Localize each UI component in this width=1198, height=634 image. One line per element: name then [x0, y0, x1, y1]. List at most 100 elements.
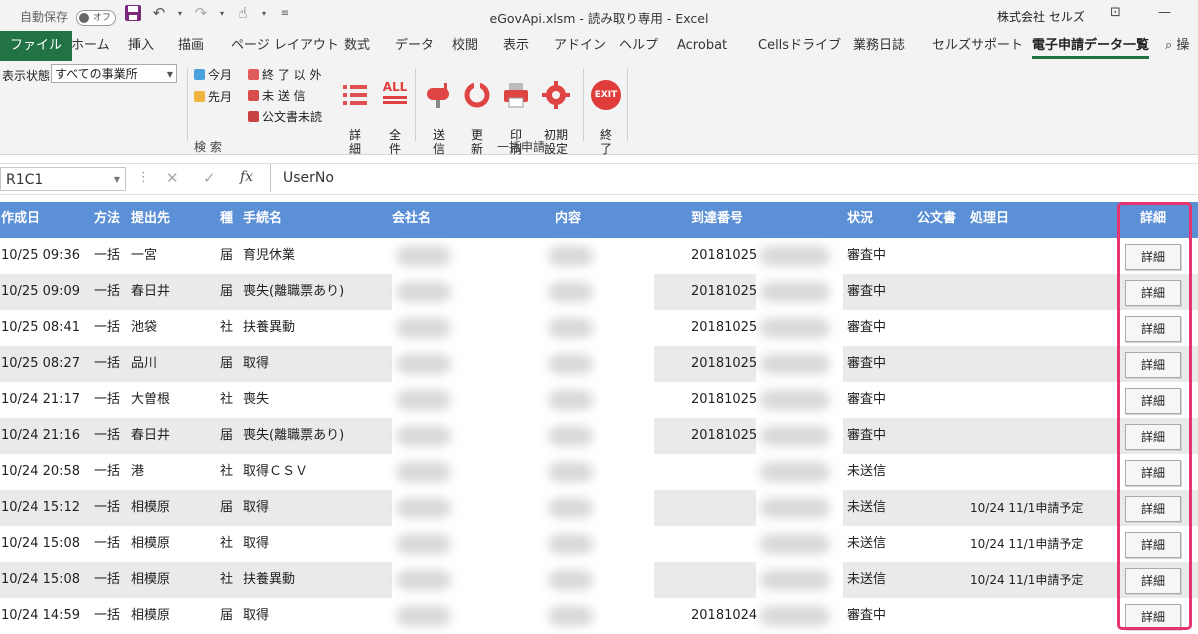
account-name[interactable]: 株式会社 セルズ [997, 8, 1085, 25]
redacted-content [396, 462, 451, 482]
ribbon-display-options-icon[interactable]: ⊡ [1110, 5, 1121, 20]
touch-mode-icon[interactable]: ☝ [234, 4, 252, 22]
touch-dropdown-icon[interactable]: ▾ [260, 9, 268, 18]
customize-qat-icon[interactable]: ≡ [276, 8, 294, 19]
header-arrival[interactable]: 到達番号 [691, 202, 743, 236]
header-content[interactable]: 内容 [555, 202, 581, 236]
tell-me-search[interactable]: ⌕ 操 [1165, 31, 1189, 61]
table-row[interactable]: 10/24 15:08 一括 相模原 社扶養異動 未送信 10/24 11/1申請予定 詳細 [0, 562, 1198, 598]
insert-function-icon[interactable]: fx [240, 169, 253, 185]
tab-formulas[interactable]: 数式 [344, 31, 370, 61]
save-icon[interactable] [124, 4, 142, 22]
tab-cells-drive[interactable]: Cellsドライブ [758, 31, 841, 61]
non-finished-button[interactable]: 終 了 以 外 [248, 66, 321, 83]
initial-settings-label: 初期 設定 [543, 128, 568, 156]
name-box[interactable]: R1C1 ▼ [0, 167, 126, 191]
table-row[interactable]: 10/24 21:17 一括 大曽根 社喪失 20181025 審査中 詳細 [0, 382, 1198, 418]
update-button[interactable]: 更 新 [460, 66, 494, 156]
header-procedure[interactable]: 手続名 [243, 202, 282, 236]
detail-button[interactable]: 詳細 [1125, 532, 1181, 558]
tab-review[interactable]: 校閲 [452, 31, 478, 61]
detail-button[interactable]: 詳細 [1125, 352, 1181, 378]
minimize-icon[interactable]: — [1158, 5, 1171, 20]
detail-view-button[interactable]: 詳 細 [338, 66, 372, 156]
more-icon[interactable]: ⋮ [137, 170, 150, 185]
cell-kind: 届 [220, 356, 234, 371]
autosave-toggle[interactable]: オフ [75, 9, 116, 26]
all-records-label: 全 件 [388, 128, 401, 156]
redacted-content [548, 606, 593, 626]
undo-icon[interactable]: ↶ [150, 4, 168, 22]
tab-addins[interactable]: アドイン [554, 31, 606, 61]
redo-dropdown-icon[interactable]: ▾ [218, 9, 226, 18]
table-row[interactable]: 10/24 15:08 一括 相模原 社取得 未送信 10/24 11/1申請予定 詳細 [0, 526, 1198, 562]
redacted-content [760, 354, 830, 374]
table-row[interactable]: 10/25 08:27 一括 品川 届取得 20181025 審査中 詳細 [0, 346, 1198, 382]
formula-input[interactable]: UserNo [270, 164, 1198, 192]
tab-egov-data-list[interactable]: 電子申請データ一覧 [1032, 31, 1150, 61]
table-row[interactable]: 10/24 20:58 一括港 社取得ＣＳＶ 未送信 詳細 [0, 454, 1198, 490]
tab-file[interactable]: ファイル [0, 31, 73, 61]
undo-dropdown-icon[interactable]: ▾ [176, 9, 184, 18]
tab-help[interactable]: ヘルプ [619, 31, 658, 61]
header-detail[interactable]: 詳細 [1140, 202, 1166, 236]
display-state-select[interactable]: すべての事業所 ▼ [51, 64, 177, 83]
cell-destination: 相模原 [131, 500, 171, 515]
all-records-button[interactable]: ALL 全 件 [378, 66, 412, 156]
tab-insert[interactable]: 挿入 [128, 31, 154, 61]
last-month-button[interactable]: 先月 [194, 88, 232, 105]
exit-button[interactable]: EXIT 終 了 [589, 66, 623, 156]
redacted-content [396, 498, 451, 518]
cell-destination: 春日井 [131, 284, 171, 299]
header-created[interactable]: 作成日 [1, 202, 40, 236]
detail-button[interactable]: 詳細 [1125, 460, 1181, 486]
header-status[interactable]: 状況 [847, 202, 873, 236]
detail-button[interactable]: 詳細 [1125, 316, 1181, 342]
table-row[interactable]: 10/24 14:59 一括 相模原 届取得 20181024 審査中 詳細 [0, 598, 1198, 634]
unread-official-button[interactable]: 公文書未読 [248, 108, 322, 125]
redo-icon[interactable]: ↷ [192, 4, 210, 22]
detail-button[interactable]: 詳細 [1125, 280, 1181, 306]
chevron-down-icon: ▼ [113, 175, 120, 184]
table-row[interactable]: 10/25 09:09 一括 春日井 届喪失(離職票あり) 20181025 審査中 詳細 [0, 274, 1198, 310]
cell-created: 10/24 20:58 [1, 464, 81, 479]
tab-draw[interactable]: 描画 [178, 31, 204, 61]
table-row[interactable]: 10/25 08:41 一括 池袋 社扶養異動 20181025 審査中 詳細 [0, 310, 1198, 346]
table-row[interactable]: 10/24 21:16 一括 春日井 届喪失(離職票あり) 20181025 審査中 詳細 [0, 418, 1198, 454]
cell-method: 一括 [94, 392, 121, 407]
detail-button[interactable]: 詳細 [1125, 568, 1181, 594]
header-destination[interactable]: 提出先 [131, 202, 170, 236]
name-box-value: R1C1 [6, 172, 44, 188]
detail-button[interactable]: 詳細 [1125, 244, 1181, 270]
tab-home[interactable]: ホーム [71, 31, 110, 61]
enter-icon[interactable]: ✓ [203, 169, 216, 187]
header-kind[interactable]: 種 [220, 202, 233, 236]
search-icon: ⌕ [1165, 38, 1173, 53]
tab-business-diary[interactable]: 業務日誌 [853, 31, 905, 61]
this-month-button[interactable]: 今月 [194, 66, 232, 83]
cell-kind: 社 [220, 536, 234, 551]
unsent-button[interactable]: 未 送 信 [248, 87, 306, 104]
send-button[interactable]: 送 信 [422, 66, 456, 156]
tab-cells-support[interactable]: セルズサポート [932, 31, 1023, 61]
tab-data[interactable]: データ [395, 31, 434, 61]
cell-status: 審査中 [847, 356, 887, 371]
tab-view[interactable]: 表示 [503, 31, 529, 61]
cancel-icon[interactable]: ✕ [166, 169, 179, 187]
detail-button[interactable]: 詳細 [1125, 496, 1181, 522]
chevron-down-icon: ▼ [166, 70, 173, 79]
detail-button[interactable]: 詳細 [1125, 424, 1181, 450]
detail-button[interactable]: 詳細 [1125, 604, 1181, 630]
detail-button[interactable]: 詳細 [1125, 388, 1181, 414]
header-company[interactable]: 会社名 [392, 202, 431, 236]
header-official[interactable]: 公文書 [917, 202, 956, 236]
tab-page-layout[interactable]: ページ レイアウト [231, 31, 339, 61]
tab-acrobat[interactable]: Acrobat [677, 31, 727, 61]
header-processed[interactable]: 処理日 [970, 202, 1009, 236]
header-method[interactable]: 方法 [94, 202, 120, 236]
list-icon [343, 85, 367, 105]
redacted-content [760, 570, 830, 590]
mailbox-icon [427, 83, 449, 108]
table-row[interactable]: 10/25 09:36 一括 一宮 届育児休業 20181025 審査中 詳細 [0, 238, 1198, 274]
table-row[interactable]: 10/24 15:12 一括 相模原 届取得 未送信 10/24 11/1申請予定 詳細 [0, 490, 1198, 526]
